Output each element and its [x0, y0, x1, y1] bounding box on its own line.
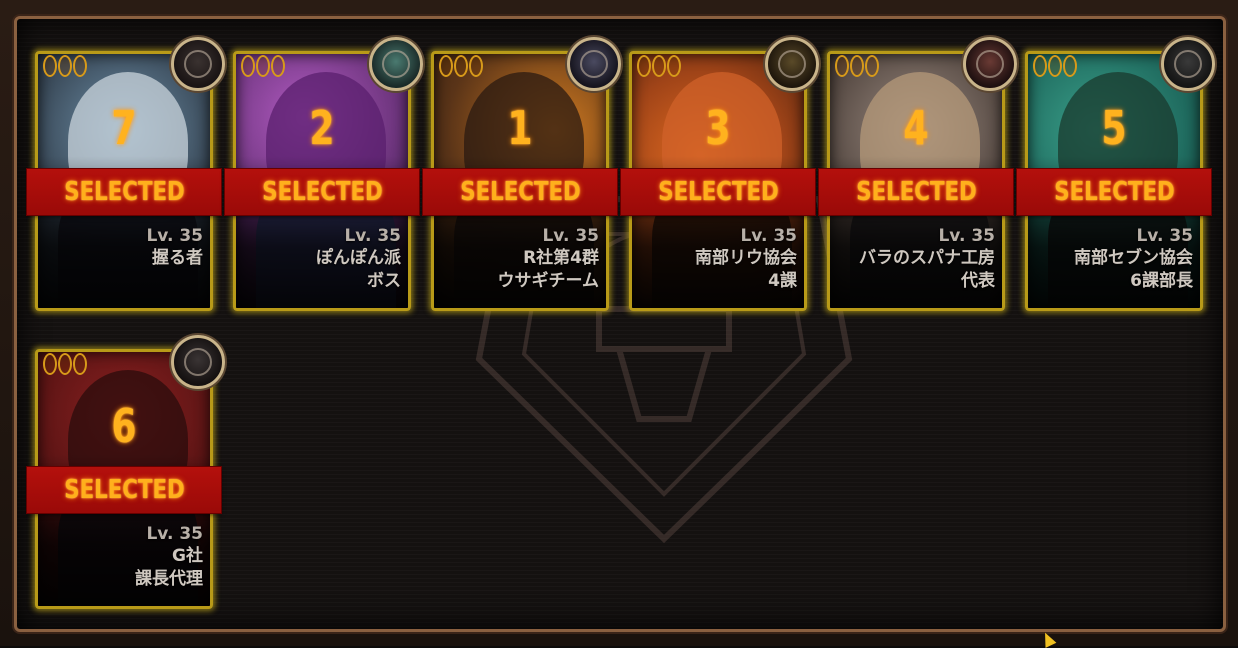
identity-name-line1: 南部リウ協会: [695, 248, 797, 268]
identity-card-6[interactable]: 5 SELECTED Lv. 35 南部セブン協会 6課部長: [1017, 37, 1215, 315]
selection-order-number: 3: [705, 101, 731, 155]
identity-name-line1: R社第4群: [523, 248, 599, 268]
selected-banner: SELECTED: [423, 169, 617, 215]
identity-card-2[interactable]: 2 SELECTED Lv. 35 ぽんぽん派 ボス: [225, 37, 423, 315]
sanity-pips: [241, 55, 285, 77]
identity-card-7[interactable]: 6 SELECTED Lv. 35 G社 課長代理: [27, 335, 225, 613]
identity-name-line1: ぽんぽん派: [316, 248, 401, 268]
identity-name-line2: 握る者: [152, 248, 203, 268]
selected-banner: SELECTED: [225, 169, 419, 215]
identity-name-line2: 6課部長: [1130, 271, 1193, 291]
identity-selection-panel: 7 SELECTED Lv. 35 握る者 2 SELECTED Lv. 35 …: [14, 16, 1226, 632]
sinner-badge-icon: [171, 335, 225, 389]
identity-info: Lv. 35 G社 課長代理: [135, 523, 203, 591]
identity-info: Lv. 35 南部リウ協会 4課: [695, 225, 797, 293]
identity-name-line2: 4課: [768, 271, 797, 291]
sinner-badge-icon: [369, 37, 423, 91]
identity-card-3[interactable]: 1 SELECTED Lv. 35 R社第4群 ウサギチーム: [423, 37, 621, 315]
selected-banner: SELECTED: [1017, 169, 1211, 215]
identity-name-line2: 代表: [961, 271, 995, 291]
selected-banner: SELECTED: [819, 169, 1013, 215]
sanity-pips: [1033, 55, 1077, 77]
sinner-badge-icon: [1161, 37, 1215, 91]
identity-name-line1: G社: [172, 546, 203, 566]
selected-banner: SELECTED: [27, 169, 221, 215]
sanity-pips: [43, 353, 87, 375]
identity-name-line2: ボス: [367, 271, 401, 291]
identity-name-line2: 課長代理: [135, 569, 203, 589]
sinner-badge-icon: [171, 37, 225, 91]
identity-level: Lv. 35: [938, 226, 995, 246]
sinner-badge-icon: [963, 37, 1017, 91]
selected-banner: SELECTED: [621, 169, 815, 215]
selection-order-number: 2: [309, 101, 335, 155]
identity-level: Lv. 35: [542, 226, 599, 246]
identity-name-line1: 南部セブン協会: [1074, 248, 1193, 268]
identity-name-line2: ウサギチーム: [497, 271, 600, 291]
selected-banner: SELECTED: [27, 467, 221, 513]
selection-order-number: 1: [507, 101, 533, 155]
identity-info: Lv. 35 ぽんぽん派 ボス: [316, 225, 401, 293]
sanity-pips: [637, 55, 681, 77]
selection-order-number: 7: [111, 101, 137, 155]
identity-info: Lv. 35 南部セブン協会 6課部長: [1074, 225, 1193, 293]
identity-name-line1: バラのスパナ工房: [859, 248, 995, 268]
identity-level: Lv. 35: [344, 226, 401, 246]
identity-info: Lv. 35 バラのスパナ工房 代表: [859, 225, 995, 293]
selection-order-number: 6: [111, 399, 137, 453]
identity-card-1[interactable]: 7 SELECTED Lv. 35 握る者: [27, 37, 225, 315]
selection-order-number: 4: [903, 101, 929, 155]
sanity-pips: [835, 55, 879, 77]
identity-level: Lv. 35: [740, 226, 797, 246]
identity-level: Lv. 35: [146, 524, 203, 544]
identity-level: Lv. 35: [1136, 226, 1193, 246]
mouse-cursor-icon: [1039, 630, 1057, 648]
sanity-pips: [43, 55, 87, 77]
sinner-badge-icon: [567, 37, 621, 91]
identity-card-4[interactable]: 3 SELECTED Lv. 35 南部リウ協会 4課: [621, 37, 819, 315]
identity-info: Lv. 35 R社第4群 ウサギチーム: [498, 225, 600, 293]
identity-info: Lv. 35 握る者: [146, 225, 203, 270]
sinner-badge-icon: [765, 37, 819, 91]
selection-order-number: 5: [1101, 101, 1127, 155]
game-frame: 7 SELECTED Lv. 35 握る者 2 SELECTED Lv. 35 …: [0, 0, 1238, 648]
identity-level: Lv. 35: [146, 226, 203, 246]
identity-card-5[interactable]: 4 SELECTED Lv. 35 バラのスパナ工房 代表: [819, 37, 1017, 315]
sanity-pips: [439, 55, 483, 77]
